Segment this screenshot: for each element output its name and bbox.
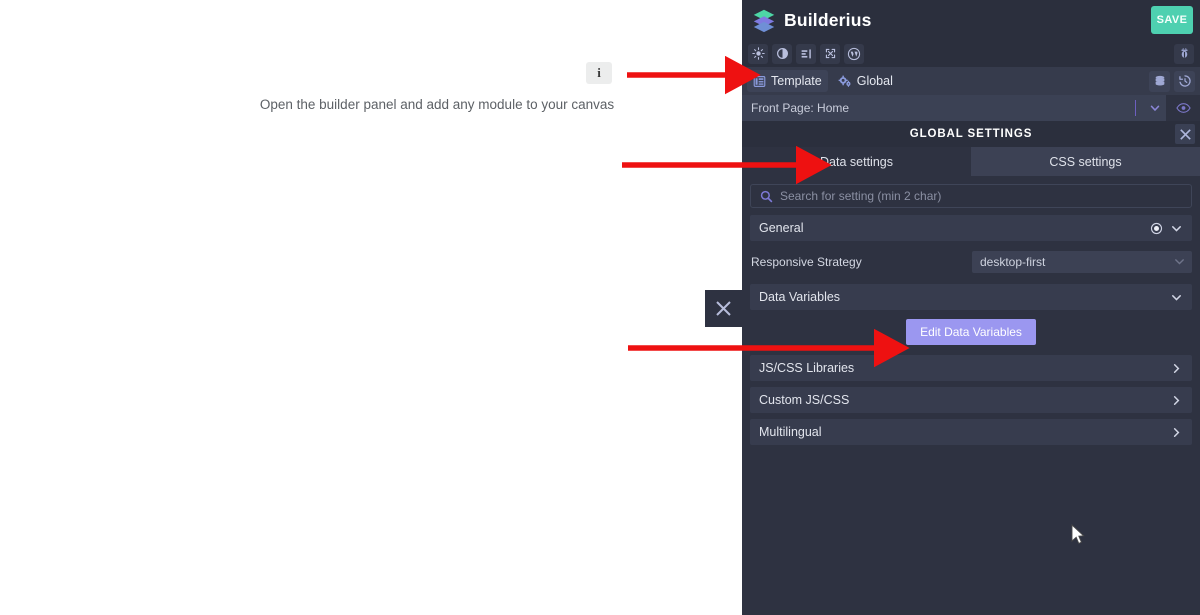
eye-preview-icon	[1175, 103, 1191, 113]
info-icon[interactable]: i	[586, 62, 612, 84]
section-multilingual-adornments	[1170, 426, 1183, 439]
history-revisions-icon	[1178, 75, 1191, 87]
global-settings-title: GLOBAL SETTINGS	[909, 128, 1033, 140]
brightness-sun-icon	[751, 47, 765, 60]
field-responsive-strategy: Responsive Strategy desktop-first	[750, 250, 1192, 274]
section-data-variables-title: Data Variables	[759, 290, 841, 304]
panel-header: Builderius SAVE	[742, 0, 1200, 40]
bug-debug-button[interactable]	[1174, 43, 1194, 64]
section-multilingual-header[interactable]: Multilingual	[750, 419, 1192, 445]
builder-side-panel: Builderius SAVE Template Global Front Pa…	[742, 0, 1200, 615]
tab-global-label: Global	[856, 74, 893, 88]
template-selector-dropdown-button[interactable]	[1144, 102, 1166, 114]
section-js-css-libraries-title: JS/CSS Libraries	[759, 361, 855, 375]
section-js-css-libraries-header[interactable]: JS/CSS Libraries	[750, 355, 1192, 381]
chevron-down-icon	[1173, 255, 1186, 271]
tab-global[interactable]: Global	[832, 70, 899, 92]
section-general-adornments	[1150, 222, 1183, 235]
settings-sections: General Responsive Strategy desktop-firs…	[742, 208, 1200, 445]
chevron-down-icon[interactable]	[1170, 222, 1183, 235]
app-root: i Open the builder panel and add any mod…	[0, 0, 1200, 615]
contrast-half-circle-icon	[776, 48, 788, 59]
settings-search-box[interactable]	[750, 184, 1192, 208]
radio-record-icon[interactable]	[1150, 222, 1163, 235]
tab-css-settings-label: CSS settings	[1049, 154, 1122, 169]
preview-button[interactable]	[1166, 95, 1200, 121]
global-settings-close-button[interactable]	[1175, 124, 1195, 144]
panel-layout-button[interactable]	[796, 43, 816, 64]
tab-template[interactable]: Template	[747, 70, 828, 92]
section-data-variables-header[interactable]: Data Variables	[750, 284, 1192, 310]
section-data-variables-adornments	[1170, 291, 1183, 304]
history-revisions-button[interactable]	[1174, 70, 1195, 92]
brand-name: Builderius	[784, 9, 872, 30]
panel-collapse-close-button[interactable]	[705, 290, 742, 327]
field-responsive-strategy-value: desktop-first	[980, 255, 1046, 269]
global-settings-header: GLOBAL SETTINGS	[742, 121, 1200, 147]
database-icon	[1155, 75, 1164, 86]
list-layout-icon	[753, 75, 766, 87]
template-selector-row[interactable]: Front Page: Home	[742, 95, 1200, 121]
section-general-body: Responsive Strategy desktop-first	[750, 241, 1192, 284]
template-selector-label: Front Page: Home	[751, 101, 850, 115]
chevron-right-icon[interactable]	[1170, 426, 1183, 439]
search-icon	[760, 190, 773, 203]
template-global-row: Template Global	[742, 67, 1200, 95]
edit-data-variables-button[interactable]: Edit Data Variables	[906, 319, 1036, 345]
section-data-variables-body: Edit Data Variables	[750, 310, 1192, 355]
section-custom-js-css-header[interactable]: Custom JS/CSS	[750, 387, 1192, 413]
section-custom-js-css-adornments	[1170, 394, 1183, 407]
wordpress-icon	[847, 47, 861, 60]
section-general-header[interactable]: General	[750, 215, 1192, 241]
wordpress-button[interactable]	[844, 43, 864, 64]
chevron-right-icon[interactable]	[1170, 362, 1183, 375]
layers-stack-icon	[753, 9, 775, 33]
close-x-icon	[716, 301, 731, 316]
brightness-sun-button[interactable]	[748, 43, 768, 64]
section-multilingual-title: Multilingual	[759, 425, 822, 439]
settings-tabs: Data settings CSS settings	[742, 147, 1200, 176]
search-input[interactable]	[780, 189, 1191, 203]
tab-data-settings-label: Data settings	[820, 154, 893, 169]
settings-search-wrap	[742, 176, 1200, 208]
bug-debug-icon	[1180, 48, 1188, 58]
section-js-css-libraries-adornments	[1170, 362, 1183, 375]
builder-canvas[interactable]: i Open the builder panel and add any mod…	[0, 0, 742, 615]
tab-data-settings[interactable]: Data settings	[742, 147, 971, 176]
selector-divider	[1135, 100, 1136, 116]
expand-fullscreen-button[interactable]	[820, 43, 840, 64]
close-x-icon	[1179, 128, 1191, 140]
mouse-cursor	[1071, 524, 1085, 545]
chevron-right-icon[interactable]	[1170, 394, 1183, 407]
database-button[interactable]	[1149, 70, 1170, 92]
section-custom-js-css-title: Custom JS/CSS	[759, 393, 850, 407]
tab-css-settings[interactable]: CSS settings	[971, 147, 1200, 176]
field-responsive-strategy-select[interactable]: desktop-first	[972, 251, 1192, 273]
chevron-down-icon[interactable]	[1170, 291, 1183, 304]
expand-fullscreen-icon	[825, 48, 835, 59]
canvas-empty-hint: Open the builder panel and add any modul…	[259, 97, 615, 112]
brand-logo[interactable]: Builderius	[751, 7, 872, 33]
section-general-title: General	[759, 221, 804, 235]
chevron-down-icon	[1150, 105, 1160, 112]
contrast-half-circle-button[interactable]	[772, 43, 792, 64]
panel-layout-icon	[801, 49, 811, 59]
panel-icon-toolbar	[742, 40, 1200, 67]
field-responsive-strategy-label: Responsive Strategy	[751, 255, 862, 269]
tab-template-label: Template	[771, 74, 822, 88]
info-badge-label: i	[597, 65, 601, 80]
save-button[interactable]: SAVE	[1151, 6, 1193, 34]
gears-icon	[838, 74, 851, 87]
